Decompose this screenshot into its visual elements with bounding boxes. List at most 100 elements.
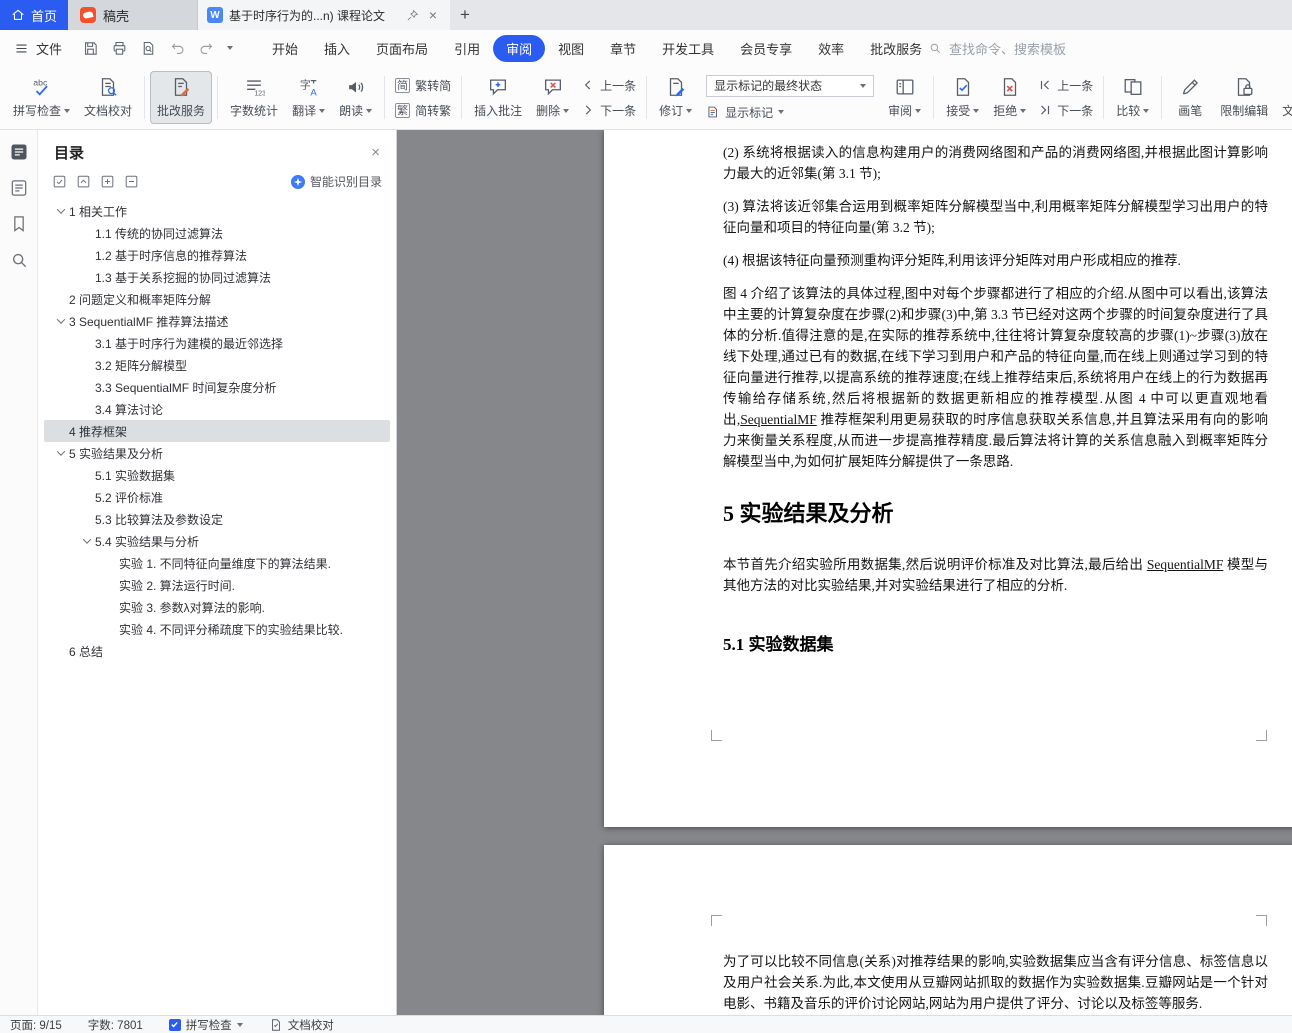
word-count-button[interactable]: 123 字数统计 [223,71,285,124]
document-page-9[interactable]: (2) 系统将根据读入的信息构建用户的消费网络图和产品的消费网络图,并根据此图计… [604,130,1292,827]
redo-icon[interactable] [198,40,215,57]
spell-check-toggle[interactable]: 拼写检查 [168,1017,243,1033]
toc-item[interactable]: 实验 4. 不同评分稀疏度下的实验结果比较. [44,618,390,640]
close-tab-icon[interactable]: × [425,7,441,23]
document-tab[interactable]: W 基于时序行为的...n) 课程论文 × [198,0,450,30]
section-heading-5-1[interactable]: 5.1 实验数据集 [723,630,1268,655]
chevron-down-icon[interactable] [56,205,66,214]
grading-service-button[interactable]: 批改服务 [150,71,213,124]
translate-button[interactable]: 字A 翻译 [285,71,332,124]
toc-item[interactable]: 4 推荐框架 [44,420,390,442]
command-search[interactable]: 查找命令、搜索模板 [928,30,1066,66]
toc-item[interactable]: 1 相关工作 [44,200,390,222]
reject-change-button[interactable]: 拒绝 [986,71,1033,124]
paragraph-step-3[interactable]: (3) 算法将该近邻集合运用到概率矩阵分解模型当中,利用概率矩阵分解模型学习出用… [723,196,1268,238]
toc-item[interactable]: 实验 2. 算法运行时间. [44,574,390,596]
track-changes-button[interactable]: 修订 [652,71,699,124]
toc-item[interactable]: 5.2 评价标准 [44,486,390,508]
gaoke-app-tab[interactable]: 稿壳 [68,0,198,30]
toc-item[interactable]: 3.1 基于时序行为建模的最近邻选择 [44,332,390,354]
toc-item[interactable]: 实验 3. 参数λ对算法的影响. [44,596,390,618]
next-comment-button[interactable]: 下一条 [581,102,636,119]
toc-item[interactable]: 3.3 SequentialMF 时间复杂度分析 [44,376,390,398]
simplified-to-traditional-button[interactable]: 繁 简转繁 [395,102,451,119]
toc-item[interactable]: 5.4 实验结果与分析 [44,530,390,552]
delete-comment-button[interactable]: 删除 [529,71,576,124]
reviewing-pane-button[interactable]: 审阅 [881,71,928,124]
menu-tab[interactable]: 效率 [805,35,857,62]
home-tab[interactable]: 首页 [0,0,68,30]
toc-item[interactable]: 1.3 基于关系挖掘的协同过滤算法 [44,266,390,288]
toc-item[interactable]: 5 实验结果及分析 [44,442,390,464]
bookmark-panel-icon[interactable] [9,214,29,234]
menu-tab[interactable]: 引用 [441,35,493,62]
next-revision-button[interactable]: 下一条 [1038,102,1093,119]
previous-comment-button[interactable]: 上一条 [581,77,636,94]
document-page-10[interactable]: 为了可以比较不同信息(关系)对推荐结果的影响,实验数据集应当含有评分信息、标签信… [604,845,1292,1015]
close-panel-icon[interactable]: × [371,144,380,161]
paragraph-figure-4[interactable]: 图 4 介绍了该算法的具体过程,图中对每个步骤都进行了相应的介绍.从图中可以看出… [723,283,1268,472]
previous-revision-button[interactable]: 上一条 [1038,77,1093,94]
ink-pen-button[interactable]: 画笔 [1167,71,1213,124]
section-heading-5[interactable]: 5 实验结果及分析 [723,498,1268,530]
chevron-down-icon[interactable] [56,447,66,456]
expand-all-icon[interactable] [100,174,115,189]
paragraph-section-5-intro[interactable]: 本节首先介绍实验所用数据集,然后说明评价标准及对比算法,最后给出 Sequent… [723,554,1268,596]
menu-tab[interactable]: 页面布局 [363,35,441,62]
toc-item[interactable]: 2 问题定义和概率矩阵分解 [44,288,390,310]
toc-item[interactable]: 3 SequentialMF 推荐算法描述 [44,310,390,332]
chevron-down-icon[interactable] [82,535,92,544]
read-aloud-button[interactable]: 朗读 [332,71,379,124]
print-icon[interactable] [111,40,128,57]
markup-state-select[interactable]: 显示标记的最终状态 [706,74,875,97]
document-permission-button[interactable]: 文档权限 [1275,71,1292,124]
toc-item[interactable]: 1.2 基于时序信息的推荐算法 [44,244,390,266]
document-workspace[interactable]: (2) 系统将根据读入的信息构建用户的消费网络图和产品的消费网络图,并根据此图计… [397,130,1292,1015]
save-icon[interactable] [82,40,99,57]
menu-tab[interactable]: 审阅 [493,34,546,62]
menu-tab[interactable]: 开发工具 [649,35,727,62]
collapse-all-icon[interactable] [124,174,139,189]
paragraph-step-2[interactable]: (2) 系统将根据读入的信息构建用户的消费网络图和产品的消费网络图,并根据此图计… [723,142,1268,184]
word-count[interactable]: 字数: 7801 [88,1017,143,1033]
new-tab-button[interactable]: + [450,0,480,30]
restrict-editing-button[interactable]: 限制编辑 [1213,71,1275,124]
menu-tab[interactable]: 视图 [545,35,597,62]
menu-tab[interactable]: 批改服务 [857,35,935,62]
toc-tree: 1 相关工作 1.1 传统的协同过滤算法 1.2 基于时序信息的推荐算法 1.3… [38,200,396,662]
toc-item[interactable]: 6 总结 [44,640,390,662]
show-markup-button[interactable]: 显示标记 [706,104,874,121]
menu-tab[interactable]: 插入 [311,35,363,62]
proofread-status-button[interactable]: 文档校对 [269,1017,334,1033]
toc-item[interactable]: 1.1 传统的协同过滤算法 [44,222,390,244]
accept-change-button[interactable]: 接受 [939,71,986,124]
select-headings-icon[interactable] [52,174,67,189]
search-panel-icon[interactable] [9,250,29,270]
insert-comment-button[interactable]: 插入批注 [467,71,529,124]
traditional-to-simplified-button[interactable]: 简 繁转简 [395,77,451,94]
compare-button[interactable]: 比较 [1109,71,1156,124]
menu-tab[interactable]: 会员专享 [727,35,805,62]
task-list-panel-icon[interactable] [9,178,29,198]
paragraph-step-4[interactable]: (4) 根据该特征向量预测重构评分矩阵,利用该评分矩阵对用户形成相应的推荐. [723,250,1268,271]
undo-icon[interactable] [169,40,186,57]
toc-item[interactable]: 3.2 矩阵分解模型 [44,354,390,376]
page-indicator[interactable]: 页面: 9/15 [10,1017,62,1033]
file-menu-button[interactable]: 文件 [0,39,72,58]
outline-panel-icon[interactable] [9,142,29,162]
toc-item[interactable]: 5.3 比较算法及参数设定 [44,508,390,530]
collapse-headings-icon[interactable] [76,174,91,189]
print-preview-icon[interactable] [140,40,157,57]
toc-item[interactable]: 5.1 实验数据集 [44,464,390,486]
pin-icon[interactable] [406,9,419,22]
document-proofread-button[interactable]: 文档校对 [77,71,139,124]
menu-tab[interactable]: 开始 [259,35,311,62]
customize-toolbar-caret-icon[interactable] [227,46,234,50]
toc-item[interactable]: 3.4 算法讨论 [44,398,390,420]
chevron-down-icon[interactable] [56,315,66,324]
spell-check-button[interactable]: abc 拼写检查 [6,71,77,124]
menu-tab[interactable]: 章节 [597,35,649,62]
paragraph-dataset-intro[interactable]: 为了可以比较不同信息(关系)对推荐结果的影响,实验数据集应当含有评分信息、标签信… [723,951,1268,1014]
smart-recognize-toc-button[interactable]: 智能识别目录 [290,173,382,190]
toc-item[interactable]: 实验 1. 不同特征向量维度下的算法结果. [44,552,390,574]
